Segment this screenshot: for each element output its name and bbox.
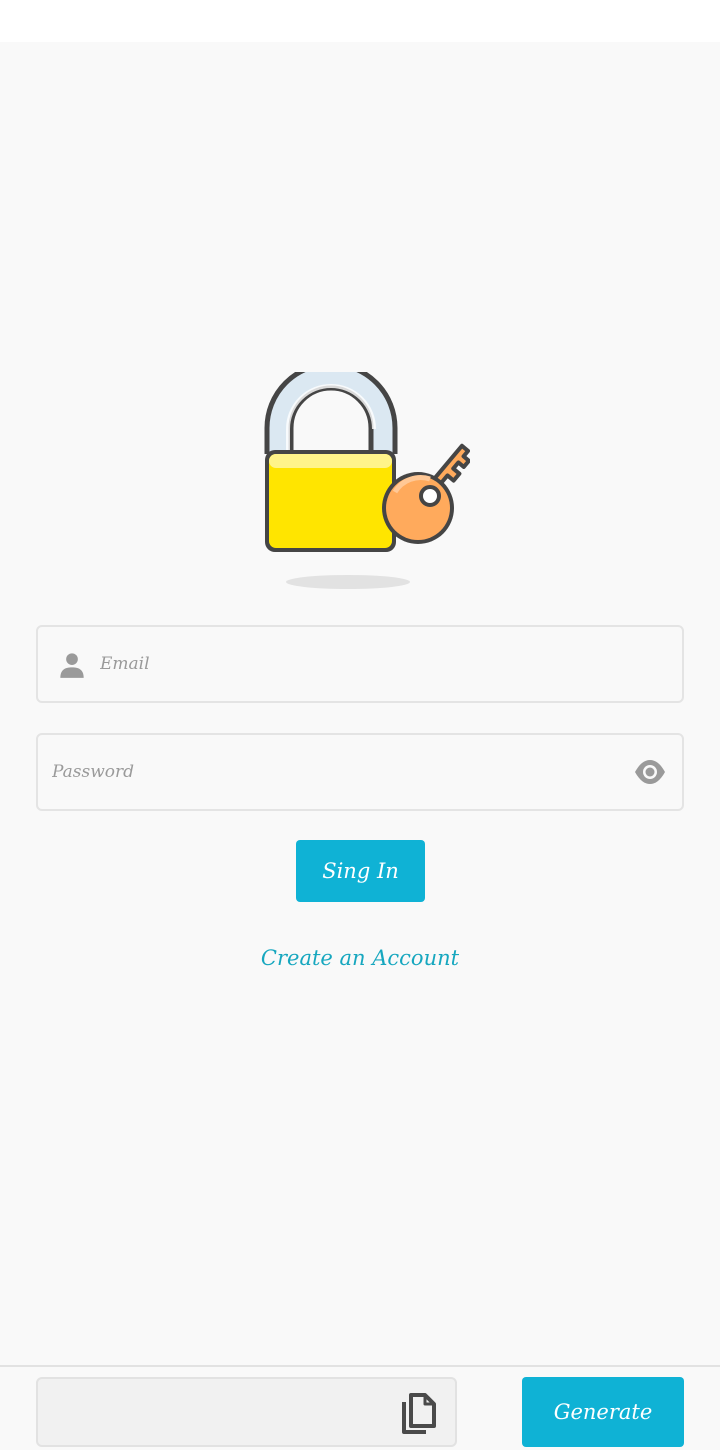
person-icon [60, 653, 84, 678]
eye-icon[interactable] [633, 757, 667, 787]
generator-bar: Generate [0, 1365, 720, 1450]
status-bar [0, 0, 720, 42]
email-input[interactable] [100, 627, 660, 701]
copy-icon[interactable] [398, 1392, 438, 1436]
email-field[interactable] [36, 625, 684, 703]
padlock-with-key-icon [250, 361, 471, 597]
password-field[interactable] [36, 733, 684, 811]
generate-button[interactable]: Generate [522, 1377, 684, 1447]
login-screen [0, 42, 720, 1365]
sign-in-button[interactable]: Sing In [296, 840, 425, 902]
password-input[interactable] [52, 735, 622, 809]
generated-output-field[interactable] [36, 1377, 457, 1447]
create-account-link[interactable]: Create an Account [0, 946, 720, 970]
